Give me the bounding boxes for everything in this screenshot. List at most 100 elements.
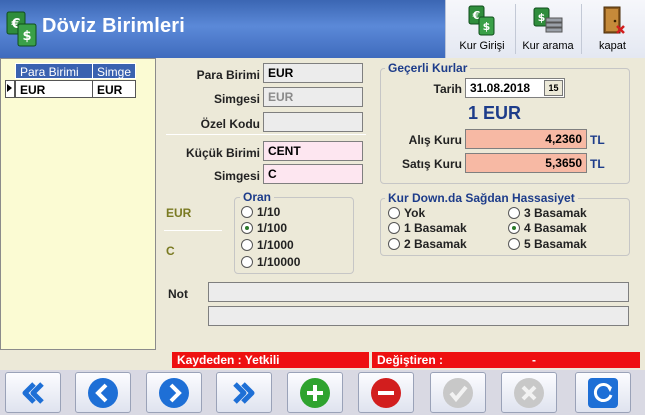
currency-list-panel[interactable]: Para Birimi Simge EUR EUR [0,58,156,350]
radio-label: 1/1000 [257,238,294,252]
add-icon [300,377,330,408]
hassasiyet-radio-1[interactable]: 1 Basamak [388,221,467,235]
radio-label: 4 Basamak [524,221,587,235]
svg-text:$: $ [538,11,546,24]
hassasiyet-radio-2[interactable]: 2 Basamak [388,237,467,251]
hassasiyet-radio-3[interactable]: 3 Basamak [508,206,587,220]
radio-icon [241,239,253,251]
hassasiyet-radio-4[interactable]: 4 Basamak [508,221,587,235]
not-field-line2[interactable] [208,306,629,326]
degistiren-status: Değiştiren : - [372,352,640,368]
exit-door-icon [603,6,625,34]
next-icon [159,377,189,408]
refresh-icon [588,377,618,408]
radio-label: Yok [404,206,426,220]
radio-icon [388,222,400,234]
oran-group-title: Oran [240,190,275,204]
column-header-simge[interactable]: Simge [92,63,136,79]
tarih-label: Tarih [433,82,462,96]
row-pointer-icon [7,84,12,92]
gecerli-kurlar-title: Geçerli Kurlar [385,61,471,75]
cancel-icon [514,377,544,408]
toolbar-separator [581,4,582,54]
radio-label: 1 Basamak [404,221,467,235]
radio-label: 3 Basamak [524,206,587,220]
kucuk-birimi-field[interactable]: CENT [263,141,363,161]
hassasiyet-title: Kur Down.da Sağdan Hassasiyet [385,191,578,205]
kapat-label: kapat [599,40,626,52]
oran-radio-1-1000[interactable]: 1/1000 [241,238,294,252]
satis-currency: TL [590,157,605,171]
radio-icon [508,238,520,250]
confirm-icon [443,377,473,408]
radio-selected-icon [241,222,253,234]
next-record-button[interactable] [146,372,202,413]
radio-icon [388,238,400,250]
kapat-button[interactable]: kapat [585,2,640,56]
radio-label: 1/100 [257,221,288,235]
last-icon [233,381,255,404]
kur-girisi-button[interactable]: € $ Kur Girişi [452,2,512,56]
oran-minor-unit: C [166,244,175,258]
kaydeden-status: Kaydeden : Yetkili [172,352,369,368]
kur-girisi-label: Kur Girişi [459,40,505,52]
divider [166,134,366,135]
exchange-rate-search-icon: $ [533,7,563,33]
toolbar-separator [515,4,516,54]
degistiren-value: - [532,353,536,367]
row-indicator [5,80,15,98]
calendar-icon[interactable]: 15 [544,80,563,96]
oran-radio-1-100[interactable]: 1/100 [241,221,287,235]
radio-label: 1/10 [257,205,281,219]
delete-icon [371,377,401,408]
simgesi-label: Simgesi [213,92,260,106]
degistiren-label: Değiştiren : [377,353,444,367]
confirm-button[interactable] [430,372,486,413]
not-label: Not [168,287,188,301]
first-record-button[interactable] [5,372,61,413]
alis-kuru-label: Alış Kuru [408,133,462,147]
radio-icon [241,206,253,218]
svg-text:$: $ [22,29,31,44]
simgesi2-field[interactable]: C [263,164,363,184]
radio-label: 5 Basamak [524,237,587,251]
unit-heading: 1 EUR [468,103,522,123]
add-record-button[interactable] [287,372,343,413]
satis-kuru-label: Satış Kuru [401,157,462,171]
satis-kuru-field[interactable]: 5,3650 [465,153,587,173]
radio-icon [388,207,400,219]
para-birimi-field[interactable]: EUR [263,63,363,83]
svg-text:$: $ [483,20,491,33]
simgesi-field[interactable]: EUR [263,87,363,107]
oran-major-unit: EUR [166,206,192,220]
table-row-para-birimi[interactable]: EUR [15,80,93,98]
oran-radio-1-10000[interactable]: 1/10000 [241,255,300,269]
hassasiyet-radio-5[interactable]: 5 Basamak [508,237,587,251]
refresh-button[interactable] [575,372,631,413]
kur-arama-label: Kur arama [522,40,574,52]
table-row-simge[interactable]: EUR [92,80,136,98]
column-header-para-birimi[interactable]: Para Birimi [15,63,93,79]
currency-app-icon: € $ [6,10,38,48]
prev-icon [88,377,118,408]
radio-icon [241,256,253,268]
first-icon [22,381,44,404]
alis-kuru-field[interactable]: 4,2360 [465,129,587,149]
window-title: Döviz Birimleri [42,15,186,37]
ozel-kodu-field[interactable] [263,112,363,132]
oran-radio-1-10[interactable]: 1/10 [241,205,280,219]
hassasiyet-radio-yok[interactable]: Yok [388,206,425,220]
oran-divider [164,230,222,231]
simgesi2-label: Simgesi [213,169,260,183]
radio-label: 1/10000 [257,255,301,269]
radio-icon [508,207,520,219]
cancel-button[interactable] [501,372,557,413]
not-field-line1[interactable] [208,282,629,302]
delete-record-button[interactable] [358,372,414,413]
kur-arama-button[interactable]: $ Kur arama [518,2,578,56]
para-birimi-label: Para Birimi [196,68,260,82]
previous-record-button[interactable] [75,372,131,413]
exchange-rate-entry-icon: € $ [468,5,495,36]
last-record-button[interactable] [216,372,272,413]
kucuk-birimi-label: Küçük Birimi [185,146,260,160]
